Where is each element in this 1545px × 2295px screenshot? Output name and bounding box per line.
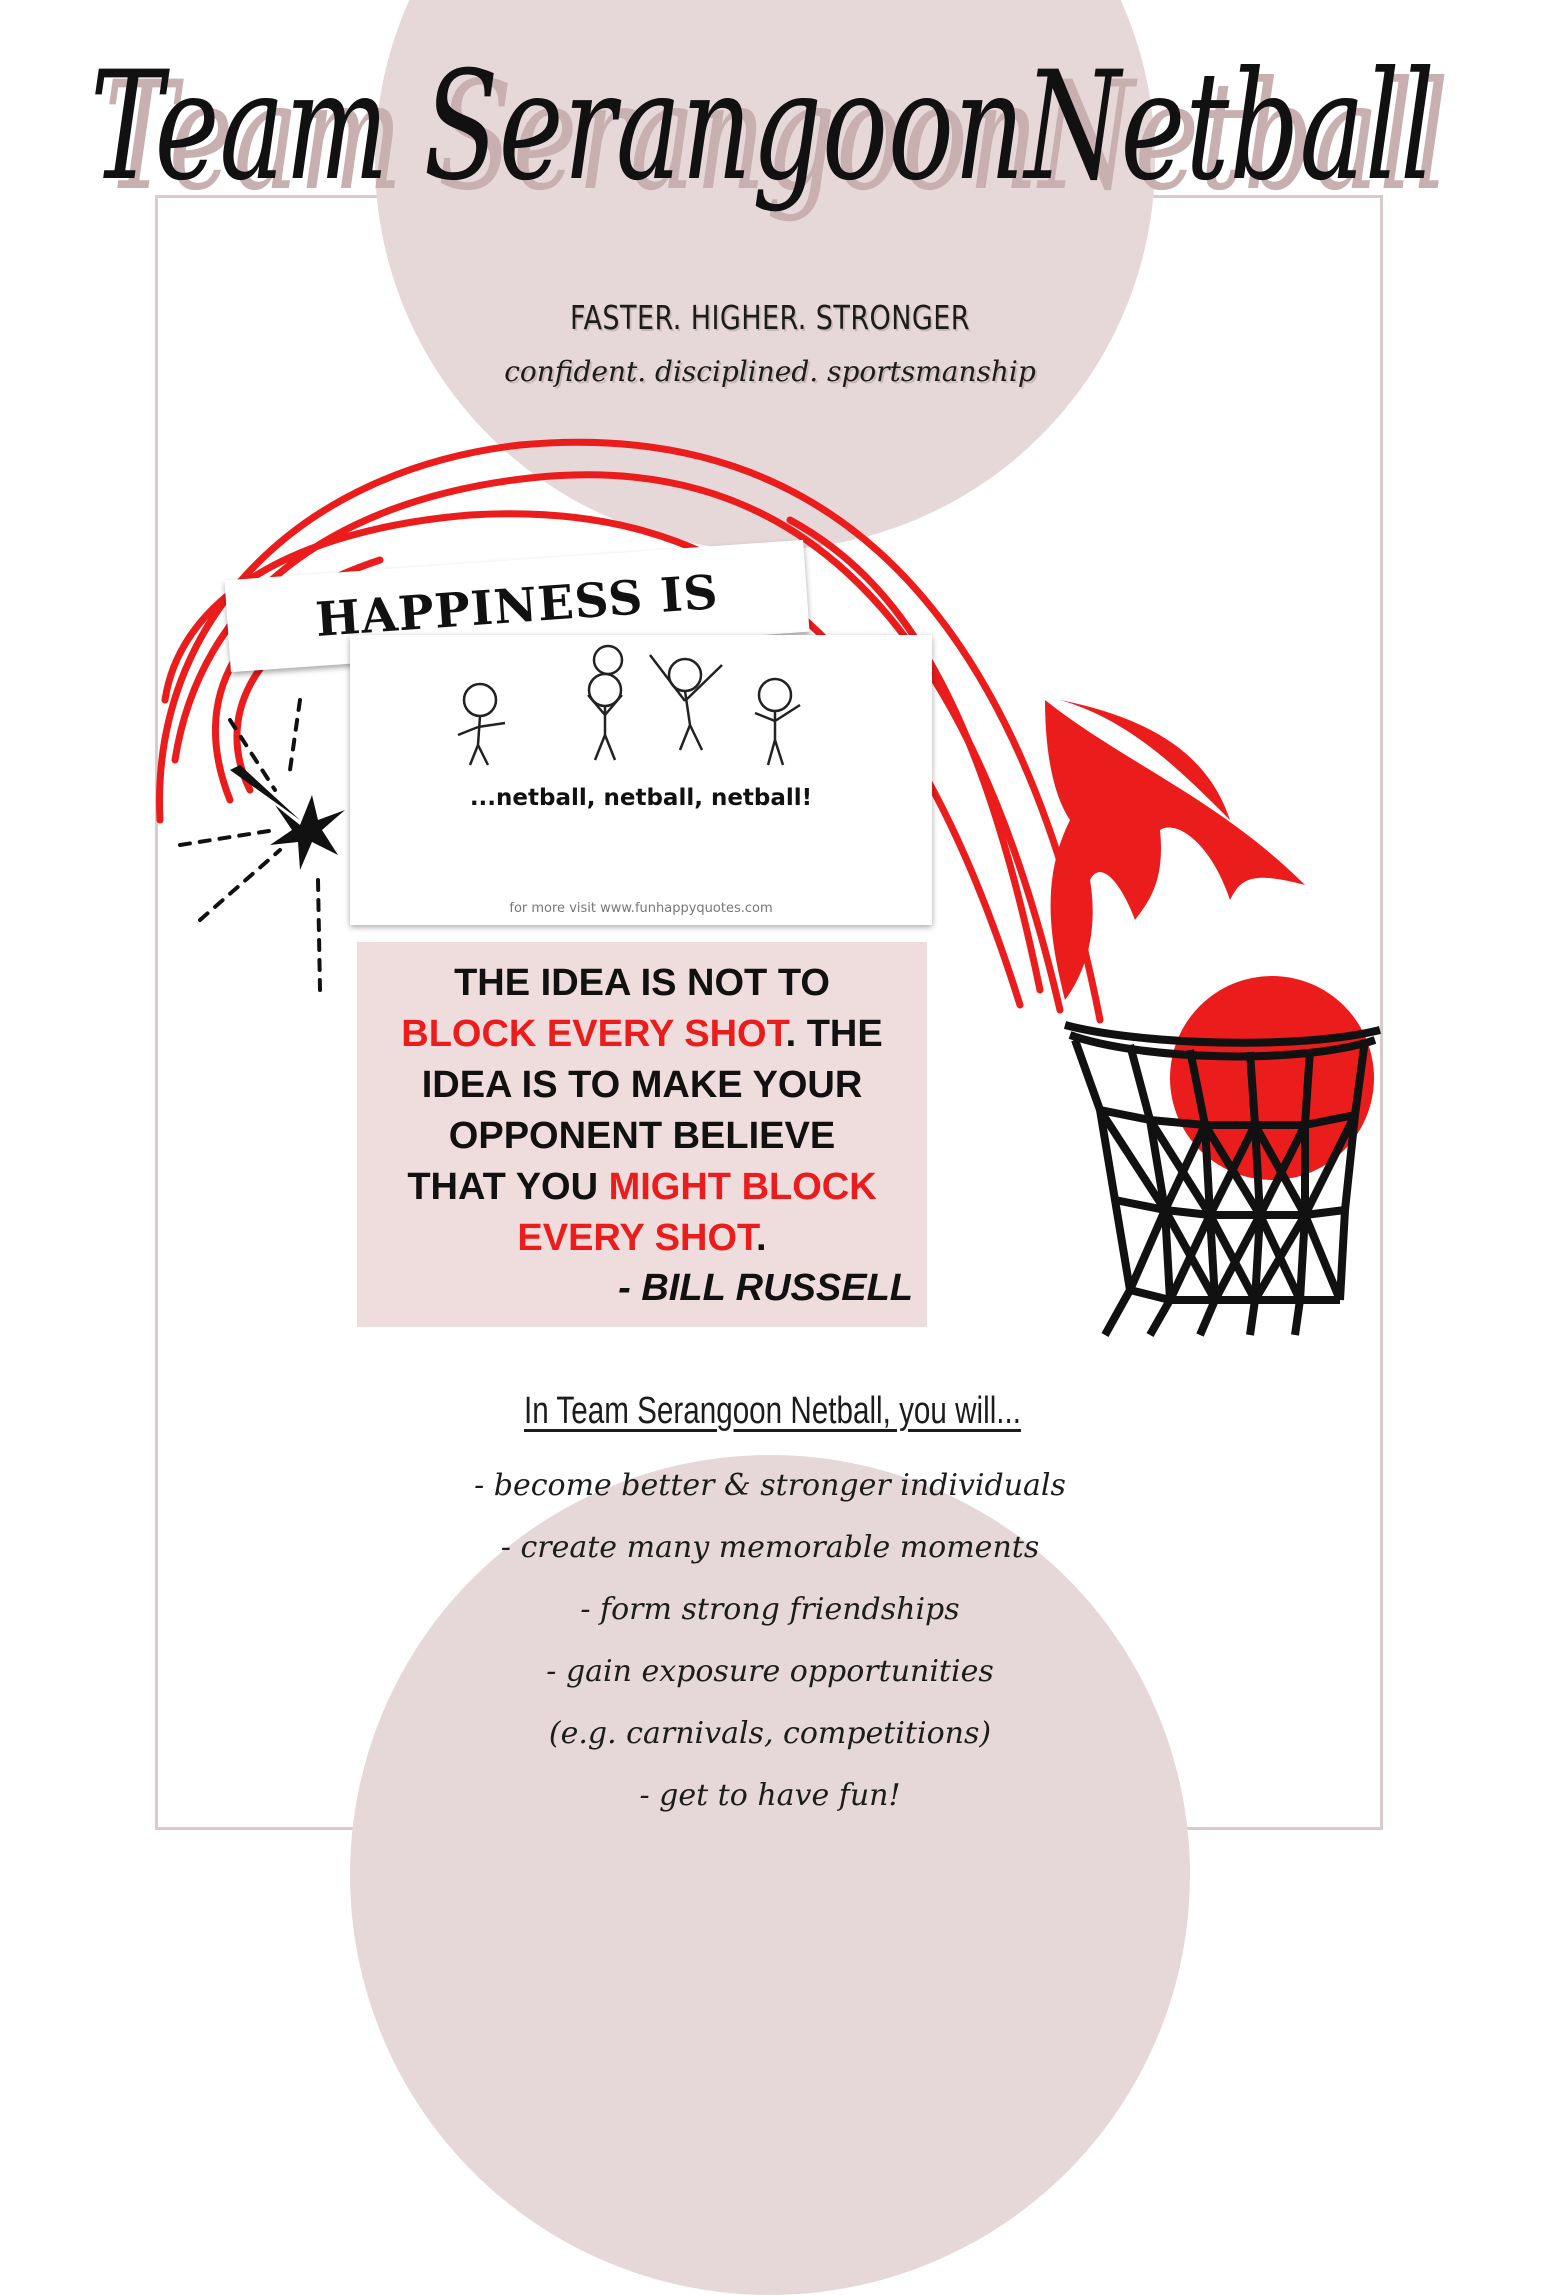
quote-author: - BILL RUSSELL	[618, 1267, 913, 1309]
happiness-caption: ...netball, netball, netball!	[469, 785, 813, 811]
benefit-item: - create many memorable moments	[500, 1530, 1040, 1565]
poster-title: Team SerangoonNetball Team SerangoonNetb…	[90, 40, 1449, 224]
quote-line: OPPONENT BELIEVE	[448, 1115, 836, 1157]
quote-highlight: MIGHT BLOCK	[608, 1166, 877, 1208]
quote-box: THE IDEA IS NOT TO BLOCK EVERY SHOT. THE…	[357, 942, 927, 1327]
quote-line: .	[756, 1217, 767, 1259]
benefit-item: - become better & stronger individuals	[474, 1468, 1066, 1503]
subtagline: confident. disciplined. sportsmanship	[504, 355, 1036, 388]
quote-highlight: BLOCK EVERY SHOT	[401, 1013, 786, 1055]
poster-title-text: Team SerangoonNetball	[90, 40, 1435, 214]
quote-line: THE IDEA IS NOT TO	[454, 962, 830, 1004]
tagline: FASTER. HIGHER. STRONGER	[570, 298, 970, 337]
benefits-heading: In Team Serangoon Netball, you will...	[523, 1390, 1022, 1432]
sparkle-icon	[230, 765, 345, 870]
benefit-item: - get to have fun!	[639, 1778, 901, 1813]
quote-text: THE IDEA IS NOT TO BLOCK EVERY SHOT. THE…	[367, 958, 917, 1264]
happiness-footer: for more visit www.funhappyquotes.com	[509, 901, 773, 916]
happiness-card: ...netball, netball, netball! for more v…	[350, 635, 932, 925]
benefits-list: - become better & stronger individuals -…	[450, 1455, 1090, 1827]
benefit-item: - gain exposure opportunities	[546, 1654, 994, 1689]
benefit-item: (e.g. carnivals, competitions)	[548, 1716, 992, 1751]
quote-line: IDEA IS TO MAKE YOUR	[421, 1064, 863, 1106]
benefit-item: - form strong friendships	[580, 1592, 960, 1627]
flame-trail	[1045, 700, 1305, 1000]
quote-line: . THE	[785, 1013, 883, 1055]
quote-line: THAT YOU	[407, 1166, 609, 1208]
quote-highlight: EVERY SHOT	[517, 1217, 757, 1259]
netball-players-illustration	[457, 644, 801, 766]
